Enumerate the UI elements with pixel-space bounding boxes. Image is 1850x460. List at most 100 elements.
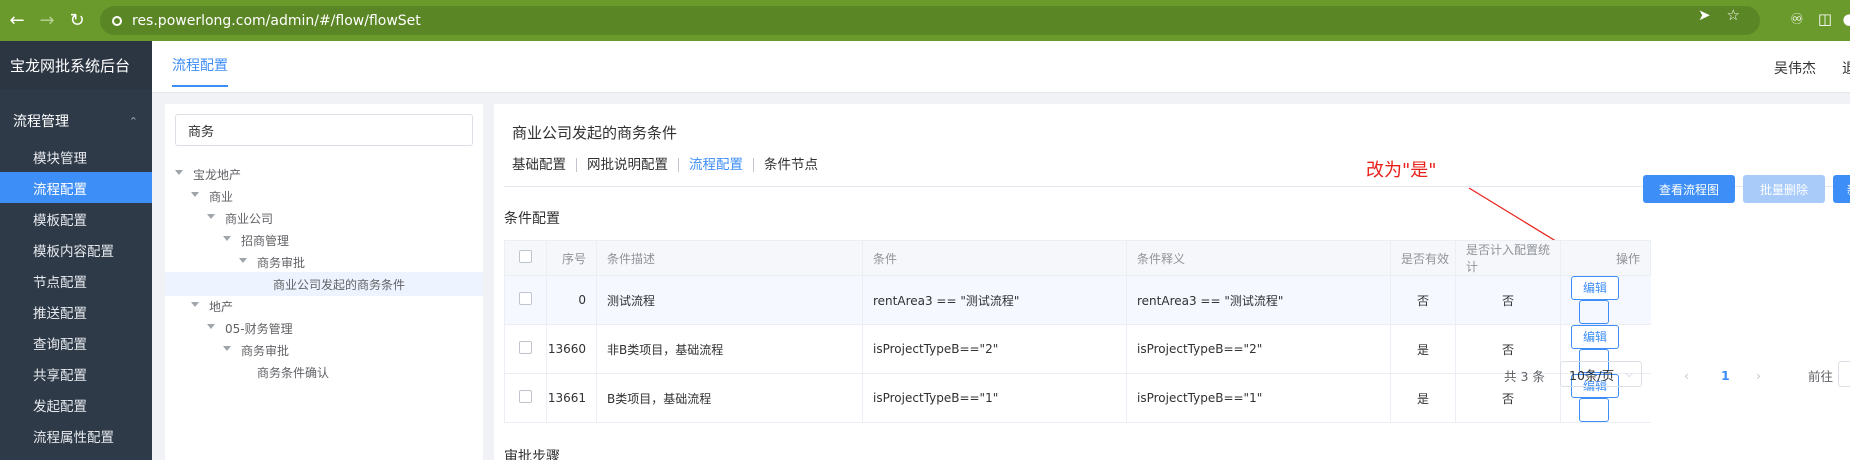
tree-node-label: 宝龙地产 xyxy=(193,167,242,182)
header-meaning: 条件释义 xyxy=(1126,240,1391,276)
cell-no: 13660 xyxy=(546,324,597,374)
cell-cond: rentArea3 == "测试流程" xyxy=(862,275,1127,325)
sidebar-item-template-content[interactable]: 模板内容配置 xyxy=(0,234,152,265)
tree-node-label: 商务条件确认 xyxy=(257,365,330,380)
tree-search-input[interactable]: 商务 xyxy=(175,114,473,146)
tree-node-label: 招商管理 xyxy=(241,233,290,248)
header-cond: 条件 xyxy=(862,240,1127,276)
profile-icon[interactable]: ● xyxy=(1838,8,1850,30)
extensions-icon[interactable]: ♾ xyxy=(1786,8,1808,30)
edit-button[interactable]: 编辑 xyxy=(1571,276,1619,300)
page-number-current[interactable]: 1 xyxy=(1721,362,1730,388)
section-title: 条件配置 xyxy=(504,211,560,227)
sidebar-item-label: 模板内容配置 xyxy=(33,243,114,260)
tree-panel: 商务 宝龙地产 商业 商业公司 招商管理 商务审批 商业公司发起的商务条件 地产… xyxy=(165,104,483,460)
logout-link[interactable]: 退 xyxy=(1842,58,1850,78)
tree-node-label: 商业公司发起的商务条件 xyxy=(273,277,406,292)
edit-button[interactable]: 编辑 xyxy=(1571,325,1619,349)
more-action-button[interactable] xyxy=(1579,398,1609,422)
sidebar-item-template[interactable]: 模板配置 xyxy=(0,203,152,234)
sidebar-item-label: 模板配置 xyxy=(33,212,87,229)
cell-no: 13661 xyxy=(546,373,597,423)
table-row: 13661 B类项目，基础流程 isProjectTypeB=="1" isPr… xyxy=(504,373,1651,423)
cell-cond: isProjectTypeB=="2" xyxy=(862,324,1127,374)
header-actions: 操作 xyxy=(1560,240,1651,276)
row-select-cell xyxy=(504,373,547,423)
browser-toolbar: ← → ↻ res.powerlong.com/admin/#/flow/flo… xyxy=(0,0,1850,41)
side-panel-icon[interactable]: ◫ xyxy=(1814,8,1836,30)
tree-node[interactable]: 商务审批 xyxy=(223,338,289,362)
cell-no: 0 xyxy=(546,275,597,325)
address-bar[interactable]: res.powerlong.com/admin/#/flow/flowSet xyxy=(100,6,1760,35)
tree-node[interactable]: 05-财务管理 xyxy=(207,316,293,340)
sidebar-item-label: 共享配置 xyxy=(33,367,87,384)
sidebar-group-flow[interactable]: 流程管理 ⌃ xyxy=(0,101,152,141)
select-all-checkbox[interactable] xyxy=(519,250,532,263)
cell-desc: 非B类项目，基础流程 xyxy=(596,324,863,374)
tree-node-label: 商务审批 xyxy=(241,343,290,358)
sidebar: 宝龙网批系统后台 流程管理 ⌃ 模块管理 流程配置 模板配置 模板内容配置 节点… xyxy=(0,41,152,460)
tree-node[interactable]: 宝龙地产 xyxy=(175,162,241,186)
condition-table: 序号 条件描述 条件 条件释义 是否有效 是否计入配置统计 操作 0 测试流程 … xyxy=(504,240,1651,423)
chevron-down-icon: ⌵ xyxy=(1625,368,1633,380)
site-info-icon[interactable] xyxy=(112,15,122,26)
header-desc: 条件描述 xyxy=(596,240,863,276)
row-checkbox[interactable] xyxy=(519,292,532,305)
forward-icon[interactable]: → xyxy=(34,8,60,34)
next-page-icon[interactable]: › xyxy=(1756,362,1761,388)
chevron-up-icon: ⌃ xyxy=(128,114,138,128)
sidebar-item-label: 模块管理 xyxy=(33,150,87,167)
sidebar-item-launch[interactable]: 发起配置 xyxy=(0,389,152,420)
sidebar-item-push[interactable]: 推送配置 xyxy=(0,296,152,327)
caret-down-icon xyxy=(223,236,231,244)
sidebar-item-flow-config[interactable]: 流程配置 xyxy=(0,172,152,203)
tree-node[interactable]: 商务条件确认 xyxy=(257,360,329,384)
page-size-select[interactable]: 10条/页 ⌵ xyxy=(1560,361,1642,387)
sidebar-item-share[interactable]: 共享配置 xyxy=(0,358,152,389)
cell-meaning: isProjectTypeB=="1" xyxy=(1126,373,1391,423)
tab-flow-config[interactable]: 流程配置 xyxy=(172,55,228,87)
table-row: 0 测试流程 rentArea3 == "测试流程" rentArea3 == … xyxy=(504,275,1651,325)
cell-meaning: rentArea3 == "测试流程" xyxy=(1126,275,1391,325)
reload-icon[interactable]: ↻ xyxy=(64,8,90,34)
send-icon[interactable]: ➤ xyxy=(1698,6,1711,24)
more-action-button[interactable] xyxy=(1579,300,1609,324)
select-all-header xyxy=(504,240,547,276)
sidebar-item-query[interactable]: 查询配置 xyxy=(0,327,152,358)
url-text: res.powerlong.com/admin/#/flow/flowSet xyxy=(132,12,421,29)
prev-page-icon[interactable]: ‹ xyxy=(1684,362,1689,388)
user-name[interactable]: 吴伟杰 xyxy=(1774,58,1816,78)
tree-node-label: 商务审批 xyxy=(257,255,306,270)
tree-node[interactable]: 地产 xyxy=(191,294,233,318)
sidebar-group-label: 流程管理 xyxy=(13,114,69,130)
header-valid: 是否有效 xyxy=(1390,240,1456,276)
sidebar-item-label: 流程属性配置 xyxy=(33,429,114,446)
tree-node-selected[interactable]: 商业公司发起的商务条件 xyxy=(165,272,483,296)
tree-node[interactable]: 商业 xyxy=(191,184,233,208)
section-title-approval: 审批步骤 xyxy=(504,449,560,460)
tree-node-label: 商业 xyxy=(209,189,234,204)
sidebar-item-label: 流程配置 xyxy=(33,181,87,198)
cell-valid: 是 xyxy=(1390,373,1456,423)
new-button[interactable]: 新 xyxy=(1833,175,1850,203)
sidebar-item-label: 推送配置 xyxy=(33,305,87,322)
goto-page-input[interactable] xyxy=(1838,361,1850,387)
caret-down-icon xyxy=(175,170,183,178)
app-title: 宝龙网批系统后台 xyxy=(0,41,152,89)
row-checkbox[interactable] xyxy=(519,341,532,354)
tree-node[interactable]: 商业公司 xyxy=(207,206,273,230)
caret-down-icon xyxy=(207,324,215,332)
view-flow-button[interactable]: 查看流程图 xyxy=(1643,175,1735,203)
cell-actions: 编辑 xyxy=(1560,275,1651,325)
row-checkbox[interactable] xyxy=(519,390,532,403)
sidebar-item-module[interactable]: 模块管理 xyxy=(0,141,152,172)
sidebar-item-flow-attr[interactable]: 流程属性配置 xyxy=(0,420,152,451)
back-icon[interactable]: ← xyxy=(4,8,30,34)
bookmark-star-icon[interactable]: ☆ xyxy=(1727,6,1740,24)
tree-node[interactable]: 招商管理 xyxy=(223,228,289,252)
main-panel: 商业公司发起的商务条件 基础配置 网批说明配置 流程配置 条件节点 改为"是" … xyxy=(494,104,1850,460)
sidebar-item-node[interactable]: 节点配置 xyxy=(0,265,152,296)
caret-down-icon xyxy=(191,192,199,200)
batch-delete-button[interactable]: 批量删除 xyxy=(1743,175,1825,203)
tree-node[interactable]: 商务审批 xyxy=(239,250,305,274)
